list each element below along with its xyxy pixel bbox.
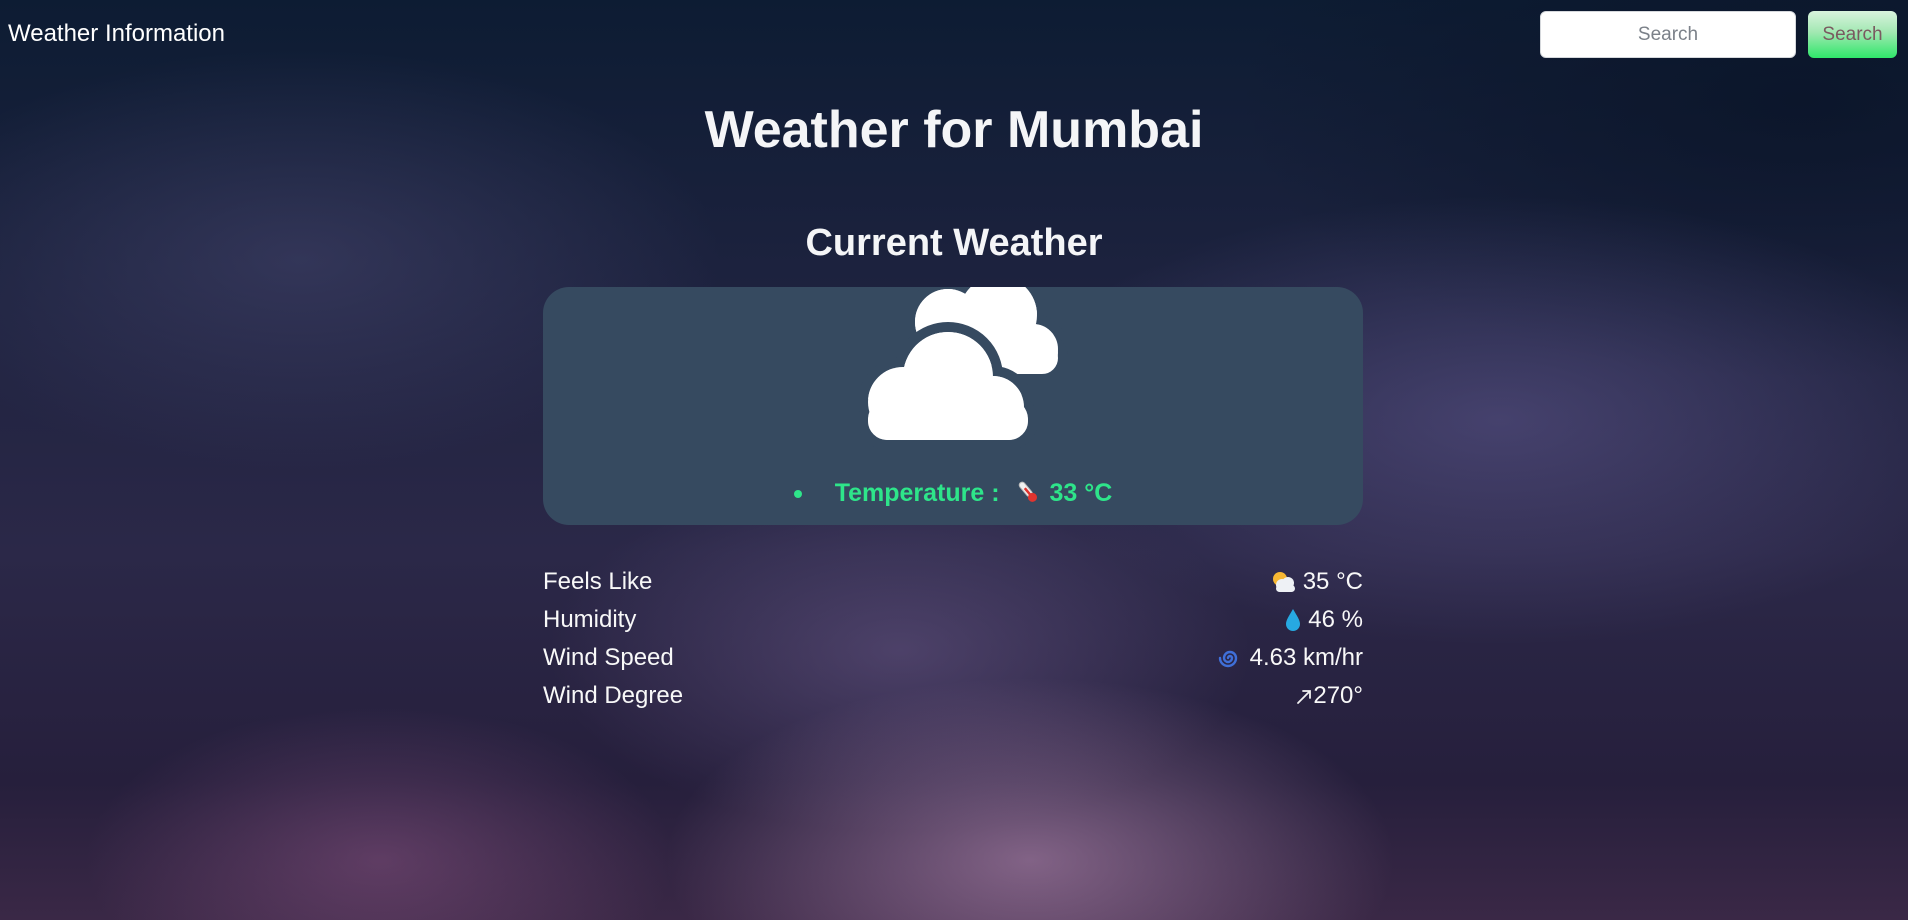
thermometer-icon [1015, 479, 1041, 512]
search-input[interactable] [1540, 11, 1796, 58]
temperature-value: 33 °C [1049, 479, 1113, 507]
temperature-line: Temperature : 33 °C [543, 479, 1363, 512]
humidity-value-wrap: 46 % [1284, 606, 1363, 634]
wind-speed-value-wrap: 4.63 km/hr [1216, 644, 1363, 672]
sun-behind-cloud-icon [1269, 570, 1297, 594]
humidity-value: 46 % [1308, 606, 1363, 633]
wind-degree-label: Wind Degree [543, 682, 684, 709]
wind-speed-label: Wind Speed [543, 644, 674, 671]
page-title: Weather for Mumbai [704, 101, 1204, 159]
detail-row-feels-like: Feels Like 35 °C [543, 563, 1363, 601]
current-weather-card: Temperature : 33 °C [543, 287, 1363, 525]
humidity-label: Humidity [543, 606, 637, 633]
cyclone-icon [1216, 646, 1244, 670]
feels-like-value: 35 °C [1302, 568, 1363, 595]
temperature-label: Temperature : [834, 479, 1000, 507]
brand-title[interactable]: Weather Information [8, 20, 225, 48]
feels-like-value-wrap: 35 °C [1269, 568, 1363, 596]
detail-row-humidity: Humidity 46 % [543, 601, 1363, 639]
droplet-icon [1284, 608, 1302, 632]
wind-degree-value-wrap: 270° [1295, 682, 1363, 710]
cloudy-icon [858, 287, 1068, 450]
bullet-icon [793, 490, 802, 499]
arrow-up-right-icon [1295, 686, 1313, 706]
weather-details: Feels Like 35 °C Humidity 46 % Wind Spee… [543, 563, 1363, 715]
wind-speed-value: 4.63 km/hr [1249, 644, 1363, 671]
wind-degree-value: 270° [1313, 682, 1363, 709]
search-button[interactable]: Search [1808, 11, 1897, 58]
section-title: Current Weather [805, 222, 1103, 264]
feels-like-label: Feels Like [543, 568, 653, 595]
detail-row-wind-degree: Wind Degree 270° [543, 677, 1363, 715]
detail-row-wind-speed: Wind Speed 4.63 km/hr [543, 639, 1363, 677]
